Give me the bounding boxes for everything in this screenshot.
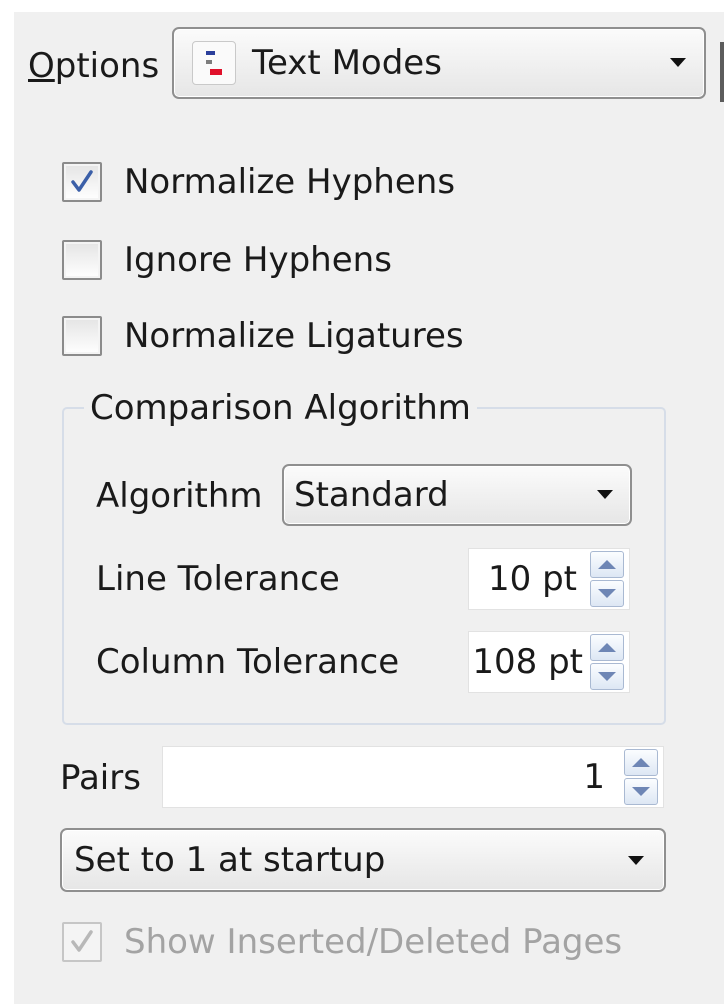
- pairs-value[interactable]: 1: [583, 747, 605, 807]
- startup-value: Set to 1 at startup: [74, 840, 386, 880]
- arrow-down-icon: [598, 672, 616, 681]
- ignore-hyphens-label[interactable]: Ignore Hyphens: [124, 240, 392, 280]
- show-inserted-deleted-pages-label[interactable]: Show Inserted/Deleted Pages: [124, 922, 622, 962]
- arrow-up-icon: [598, 560, 616, 569]
- pairs-increment-button[interactable]: [624, 749, 658, 776]
- algorithm-label: Algorithm: [96, 476, 263, 516]
- comparison-algorithm-title: Comparison Algorithm: [84, 388, 477, 428]
- chevron-down-icon: [628, 856, 644, 865]
- algorithm-dropdown[interactable]: Standard: [282, 464, 632, 526]
- pairs-spinner[interactable]: 1: [162, 746, 664, 808]
- arrow-down-icon: [632, 787, 650, 796]
- algorithm-value: Standard: [294, 475, 449, 515]
- pairs-spin-buttons: [624, 749, 658, 805]
- line-tolerance-decrement-button[interactable]: [590, 580, 624, 607]
- chevron-down-icon: [597, 490, 613, 499]
- options-panel: Options Text Modes Normalize Hyphens Ign…: [14, 12, 724, 1004]
- line-tolerance-value[interactable]: 10 pt: [488, 549, 577, 609]
- normalize-ligatures-checkbox[interactable]: [62, 316, 102, 356]
- arrow-up-icon: [598, 643, 616, 652]
- checkmark-icon: [71, 170, 93, 192]
- arrow-down-icon: [598, 589, 616, 598]
- window-edge: [720, 42, 724, 102]
- arrow-up-icon: [632, 758, 650, 767]
- column-tolerance-spinner[interactable]: 108 pt: [468, 631, 630, 693]
- line-tolerance-spinner[interactable]: 10 pt: [468, 548, 630, 610]
- chevron-down-icon: [670, 58, 686, 67]
- normalize-hyphens-label[interactable]: Normalize Hyphens: [124, 162, 455, 202]
- normalize-ligatures-label[interactable]: Normalize Ligatures: [124, 316, 464, 356]
- ignore-hyphens-checkbox[interactable]: [62, 240, 102, 280]
- options-label: Options: [28, 46, 160, 86]
- line-tolerance-label: Line Tolerance: [96, 559, 340, 599]
- text-modes-icon: [192, 41, 236, 85]
- show-inserted-deleted-pages-checkbox[interactable]: [62, 922, 102, 962]
- checkmark-icon: [71, 930, 93, 952]
- normalize-hyphens-checkbox[interactable]: [62, 162, 102, 202]
- column-tolerance-decrement-button[interactable]: [590, 663, 624, 690]
- column-tolerance-value[interactable]: 108 pt: [472, 632, 583, 692]
- line-tolerance-spin-buttons: [590, 551, 624, 607]
- pairs-label: Pairs: [60, 758, 141, 798]
- column-tolerance-spin-buttons: [590, 634, 624, 690]
- options-mode-value: Text Modes: [252, 43, 442, 83]
- line-tolerance-increment-button[interactable]: [590, 551, 624, 578]
- column-tolerance-label: Column Tolerance: [96, 642, 400, 682]
- options-mode-dropdown[interactable]: Text Modes: [172, 27, 706, 99]
- column-tolerance-increment-button[interactable]: [590, 634, 624, 661]
- startup-dropdown[interactable]: Set to 1 at startup: [60, 828, 666, 892]
- pairs-decrement-button[interactable]: [624, 778, 658, 805]
